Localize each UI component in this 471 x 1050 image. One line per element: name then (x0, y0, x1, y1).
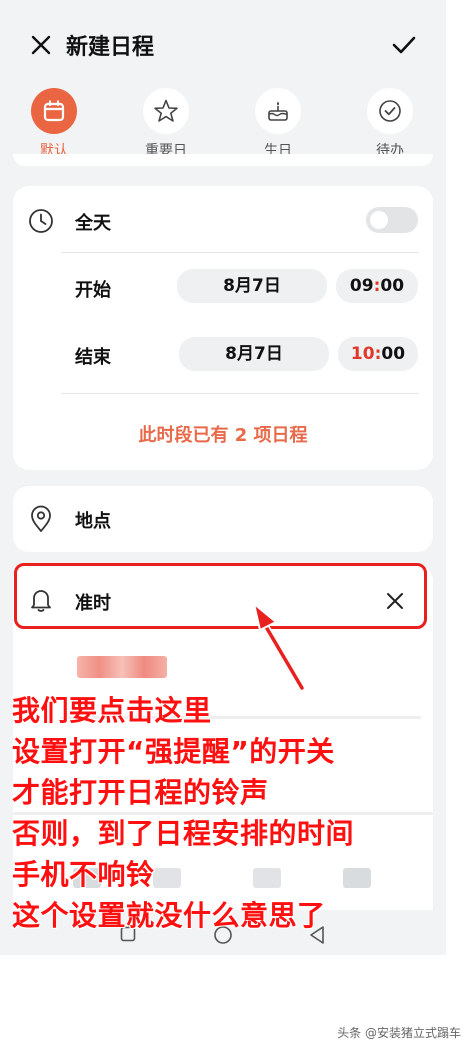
divider (61, 393, 419, 394)
end-date-button[interactable]: 8月7日 (179, 337, 329, 371)
type-default[interactable]: 默认 (19, 88, 89, 160)
time-card: 全天 开始 8月7日 09:00 结束 8月7日 10:00 此时段已有 2 项… (13, 186, 433, 470)
end-minute: 00 (381, 344, 406, 364)
highlight-box (14, 563, 427, 629)
all-day-label: 全天 (75, 213, 111, 234)
calendar-icon (31, 88, 77, 134)
type-todo[interactable]: 待办 (355, 88, 425, 160)
blurred-text (77, 656, 167, 678)
end-label: 结束 (75, 347, 111, 368)
annotation-line: 设置打开“强提醒”的开关 (11, 734, 335, 768)
page-title: 新建日程 (66, 35, 155, 60)
end-time-button[interactable]: 10:00 (338, 337, 418, 371)
close-icon[interactable] (26, 30, 56, 60)
annotation-line: 才能打开日程的铃声 (11, 775, 269, 809)
card-edge (13, 154, 433, 166)
start-minute: 00 (380, 276, 405, 296)
type-important-day[interactable]: 重要日 (131, 88, 201, 160)
toggle-knob (370, 211, 388, 229)
start-date-button[interactable]: 8月7日 (177, 269, 327, 303)
clock-icon (26, 206, 56, 236)
start-time-button[interactable]: 09:00 (336, 269, 418, 303)
location-pin-icon (26, 504, 56, 534)
annotation-line: 否则，到了日程安排的时间 (11, 816, 355, 850)
start-hour: 09 (349, 276, 374, 296)
start-label: 开始 (75, 280, 111, 301)
annotation-text: 我们要点击这里 设置打开“强提醒”的开关 才能打开日程的铃声 否则，到了日程安排… (11, 690, 467, 936)
location-card[interactable]: 地点 (13, 486, 433, 552)
divider (61, 252, 419, 253)
check-icon[interactable] (388, 29, 420, 61)
annotation-line: 这个设置就没什么意思了 (11, 898, 326, 932)
conflict-notice[interactable]: 此时段已有 2 项日程 (13, 421, 433, 447)
annotation-line: 手机不响铃 (11, 857, 155, 891)
type-birthday[interactable]: 生日 (243, 88, 313, 160)
location-label: 地点 (75, 511, 111, 532)
all-day-toggle[interactable] (366, 207, 418, 233)
end-hour: 10 (350, 344, 375, 364)
annotation-line: 我们要点击这里 (11, 693, 212, 727)
star-icon (143, 88, 189, 134)
arrow-icon (253, 603, 306, 692)
top-bar: 新建日程 (0, 0, 446, 88)
watermark: 头条 @安装猪立式蹋车 (337, 1026, 461, 1040)
cake-icon (255, 88, 301, 134)
check-circle-icon (367, 88, 413, 134)
